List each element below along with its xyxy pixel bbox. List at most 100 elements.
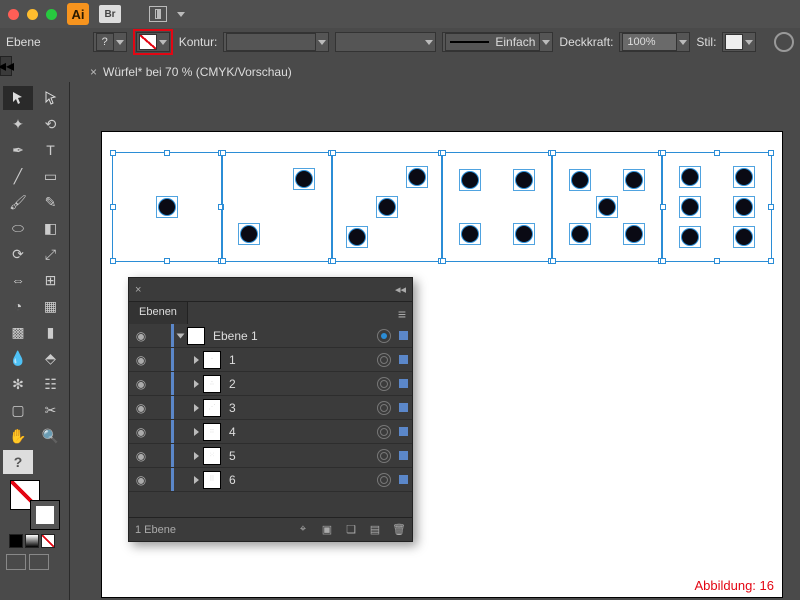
pip[interactable]: [379, 199, 395, 215]
target-icon[interactable]: [377, 449, 391, 463]
blob-brush-tool[interactable]: ⬭: [3, 216, 33, 240]
layers-panel[interactable]: × ◂◂ Ebenen ≡ ◉Ebene 1◉·1◉∴2◉⋰3◉∷4◉⁙5◉⠿6…: [128, 277, 413, 542]
layer-name-label[interactable]: 1: [225, 353, 373, 367]
opacity-control[interactable]: 100%: [619, 32, 690, 52]
disclosure-icon[interactable]: [194, 452, 199, 460]
target-icon[interactable]: [377, 425, 391, 439]
pip[interactable]: [296, 171, 312, 187]
close-window-button[interactable]: [8, 9, 19, 20]
disclosure-icon[interactable]: [194, 404, 199, 412]
layer-row[interactable]: ◉·1: [129, 348, 412, 372]
document-tab[interactable]: × Würfel* bei 70 % (CMYK/Vorschau): [80, 60, 302, 82]
pip[interactable]: [159, 199, 175, 215]
selection-group[interactable]: [112, 152, 772, 262]
bridge-button[interactable]: Br: [99, 5, 121, 23]
pip[interactable]: [462, 226, 478, 242]
paintbrush-tool[interactable]: 🖌: [3, 190, 33, 214]
none-mode-button[interactable]: [41, 534, 55, 548]
visibility-icon[interactable]: ◉: [133, 329, 149, 343]
type-tool[interactable]: T: [36, 138, 66, 162]
scale-tool[interactable]: ⤢: [36, 242, 66, 266]
panel-collapse-icon[interactable]: ◂◂: [395, 283, 406, 296]
pip[interactable]: [626, 226, 642, 242]
preferences-icon[interactable]: [774, 32, 794, 52]
pip[interactable]: [736, 169, 752, 185]
brush-definition-control[interactable]: Einfach: [442, 32, 553, 52]
visibility-icon[interactable]: ◉: [133, 401, 149, 415]
pip[interactable]: [516, 172, 532, 188]
layer-row-top[interactable]: ◉ Ebene 1: [129, 324, 412, 348]
fill-color-control[interactable]: ?: [93, 32, 127, 52]
rotate-tool[interactable]: ⟳: [3, 242, 33, 266]
visibility-icon[interactable]: ◉: [133, 473, 149, 487]
layer-row[interactable]: ◉⁙5: [129, 444, 412, 468]
layer-row[interactable]: ◉⠿6: [129, 468, 412, 492]
pip[interactable]: [241, 226, 257, 242]
disclosure-icon[interactable]: [194, 356, 199, 364]
layer-name-label[interactable]: 4: [225, 425, 373, 439]
pip[interactable]: [682, 229, 698, 245]
visibility-icon[interactable]: ◉: [133, 449, 149, 463]
pip[interactable]: [682, 169, 698, 185]
workspace-dropdown-icon[interactable]: [177, 12, 185, 17]
pencil-tool[interactable]: ✎: [36, 190, 66, 214]
direct-selection-tool[interactable]: [36, 86, 66, 110]
close-tab-icon[interactable]: ×: [90, 65, 97, 79]
gradient-mode-button[interactable]: [25, 534, 39, 548]
zoom-tool[interactable]: 🔍: [36, 424, 66, 448]
visibility-icon[interactable]: ◉: [133, 353, 149, 367]
die-face-1[interactable]: [112, 152, 222, 262]
pip[interactable]: [682, 199, 698, 215]
pip[interactable]: [516, 226, 532, 242]
eyedropper-tool[interactable]: 💧: [3, 346, 33, 370]
screen-mode-buttons[interactable]: [6, 554, 63, 570]
die-face-4[interactable]: [442, 152, 552, 262]
layer-name-label[interactable]: Ebene 1: [209, 329, 373, 343]
pip[interactable]: [572, 226, 588, 242]
pip[interactable]: [409, 169, 425, 185]
free-transform-tool[interactable]: ⊞: [36, 268, 66, 292]
target-icon[interactable]: [377, 377, 391, 391]
pip[interactable]: [599, 199, 615, 215]
visibility-icon[interactable]: ◉: [133, 377, 149, 391]
target-icon[interactable]: [377, 353, 391, 367]
disclosure-icon[interactable]: [177, 333, 185, 338]
gradient-tool[interactable]: ▮: [36, 320, 66, 344]
panel-close-icon[interactable]: ×: [135, 284, 141, 296]
stroke-swatch[interactable]: [30, 500, 60, 530]
graphic-style-control[interactable]: [722, 32, 756, 52]
magic-wand-tool[interactable]: ✦: [3, 112, 33, 136]
die-face-5[interactable]: [552, 152, 662, 262]
die-face-2[interactable]: [222, 152, 332, 262]
layer-row[interactable]: ◉∷4: [129, 420, 412, 444]
symbol-spray-tool[interactable]: ✻: [3, 372, 33, 396]
delete-layer-icon[interactable]: 🗑: [392, 523, 406, 536]
workspace-button[interactable]: [149, 6, 167, 22]
stroke-color-control[interactable]: [136, 32, 170, 52]
layers-tab[interactable]: Ebenen: [129, 302, 188, 324]
die-face-3[interactable]: [332, 152, 442, 262]
graph-tool[interactable]: ☷: [36, 372, 66, 396]
mesh-tool[interactable]: ▩: [3, 320, 33, 344]
var-width-profile-control[interactable]: [335, 32, 436, 52]
target-icon[interactable]: [377, 401, 391, 415]
collapse-tools-button[interactable]: ◂◂: [0, 56, 12, 76]
pip[interactable]: [572, 172, 588, 188]
layer-name-label[interactable]: 3: [225, 401, 373, 415]
layer-name-label[interactable]: 5: [225, 449, 373, 463]
die-face-6[interactable]: [662, 152, 772, 262]
pip[interactable]: [736, 229, 752, 245]
hand-tool[interactable]: ✋: [3, 424, 33, 448]
disclosure-icon[interactable]: [194, 428, 199, 436]
pip[interactable]: [462, 172, 478, 188]
stroke-weight-control[interactable]: [223, 32, 329, 52]
slice-tool[interactable]: ✂: [36, 398, 66, 422]
unknown-tool[interactable]: ?: [3, 450, 33, 474]
artboard-tool[interactable]: ▢: [3, 398, 33, 422]
lasso-tool[interactable]: ⟲: [36, 112, 66, 136]
clipping-mask-icon[interactable]: ▣: [320, 523, 334, 536]
rectangle-tool[interactable]: ▭: [36, 164, 66, 188]
pip[interactable]: [626, 172, 642, 188]
disclosure-icon[interactable]: [194, 380, 199, 388]
color-mode-button[interactable]: [9, 534, 23, 548]
